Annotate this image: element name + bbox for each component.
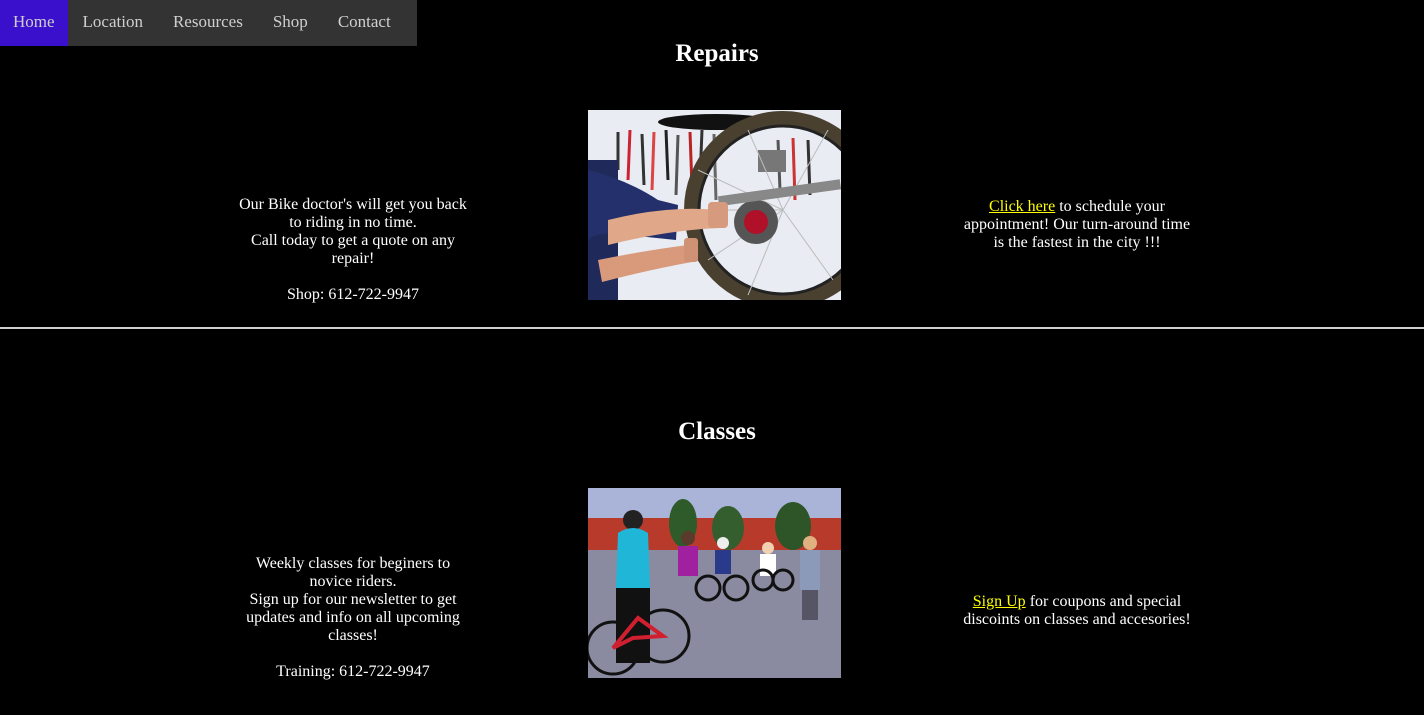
repairs-text-line2: Call today to get a quote on any repair! (251, 232, 455, 267)
repairs-text-line1: Our Bike doctor's will get you back to r… (239, 196, 467, 231)
click-here-link[interactable]: Click here (989, 198, 1055, 215)
repairs-phone: Shop: 612-722-9947 (287, 286, 419, 303)
repairs-description: Our Bike doctor's will get you back to r… (236, 196, 470, 304)
top-nav: Home Location Resources Shop Contact (0, 0, 417, 46)
repairs-schedule: Click here to schedule your appointment!… (960, 198, 1194, 252)
classes-signup: Sign Up for coupons and special discoint… (960, 593, 1194, 629)
classes-image (588, 488, 841, 678)
classes-title: Classes (678, 418, 756, 445)
nav-location[interactable]: Location (68, 0, 158, 46)
nav-resources[interactable]: Resources (158, 0, 258, 46)
classes-description: Weekly classes for beginers to novice ri… (236, 555, 470, 681)
nav-shop[interactable]: Shop (258, 0, 323, 46)
classes-phone: Training: 612-722-9947 (276, 663, 430, 680)
repairs-image (588, 110, 841, 300)
classes-text-line1: Weekly classes for beginers to novice ri… (255, 555, 451, 590)
section-divider (0, 327, 1424, 329)
nav-home[interactable]: Home (0, 0, 68, 46)
nav-contact[interactable]: Contact (323, 0, 406, 46)
classes-text-line2: Sign up for our newsletter to get update… (246, 591, 460, 644)
sign-up-link[interactable]: Sign Up (973, 593, 1026, 610)
